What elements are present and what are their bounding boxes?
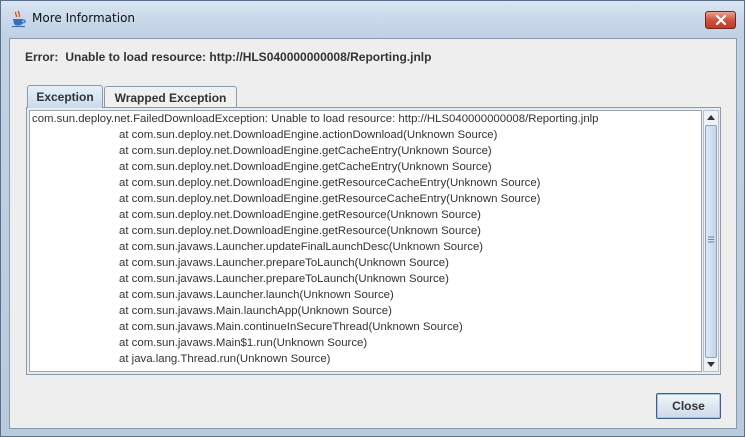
close-button[interactable]: Close: [656, 393, 721, 419]
stack-trace-frame: at com.sun.deploy.net.DownloadEngine.get…: [119, 193, 541, 205]
stack-trace-text-area[interactable]: com.sun.deploy.net.FailedDownloadExcepti…: [29, 110, 702, 372]
stack-trace-frame: at com.sun.javaws.Launcher.updateFinalLa…: [119, 241, 484, 253]
stack-trace-frame: at com.sun.deploy.net.DownloadEngine.get…: [119, 161, 492, 173]
java-coffee-cup-icon: [12, 10, 26, 28]
stack-trace-frame: at com.sun.javaws.Main$1.run(Unknown Sou…: [119, 337, 368, 349]
tab-wrapped-exception-label: Wrapped Exception: [114, 90, 227, 105]
stack-trace-frame: at com.sun.deploy.net.DownloadEngine.act…: [119, 129, 498, 141]
stack-trace-frame: at java.lang.Thread.run(Unknown Source): [119, 353, 331, 365]
vertical-scrollbar[interactable]: [703, 110, 719, 372]
stack-trace-header: com.sun.deploy.net.FailedDownloadExcepti…: [32, 113, 599, 125]
scroll-up-button[interactable]: [704, 111, 718, 124]
stack-trace-frame: at com.sun.deploy.net.DownloadEngine.get…: [119, 225, 481, 237]
tab-exception-label: Exception: [36, 90, 94, 104]
exception-tab-panel: com.sun.deploy.net.FailedDownloadExcepti…: [26, 107, 721, 375]
error-prefix: Error:: [25, 50, 59, 64]
stack-trace-frame: at com.sun.deploy.net.DownloadEngine.get…: [119, 177, 541, 189]
stack-trace-frame: at com.sun.javaws.Launcher.launch(Unknow…: [119, 289, 394, 301]
stack-trace-frame: at com.sun.deploy.net.DownloadEngine.get…: [119, 209, 481, 221]
more-information-dialog: More Information Error: Unable to load re…: [0, 0, 745, 437]
arrow-down-icon: [707, 362, 715, 367]
title-bar[interactable]: More Information: [1, 1, 744, 38]
window-title: More Information: [32, 11, 136, 25]
tab-exception[interactable]: Exception: [27, 85, 103, 108]
window-close-button[interactable]: [705, 11, 736, 29]
stack-trace-frame: at com.sun.javaws.Main.continueInSecureT…: [119, 321, 463, 333]
error-message: Error: Unable to load resource: http://HL…: [25, 50, 431, 64]
stack-trace-frame: at com.sun.javaws.Main.launchApp(Unknown…: [119, 305, 392, 317]
error-text: Unable to load resource: http://HLS04000…: [65, 50, 432, 64]
stack-trace-frame: at com.sun.javaws.Launcher.prepareToLaun…: [119, 257, 449, 269]
close-icon: [715, 15, 726, 25]
tab-wrapped-exception[interactable]: Wrapped Exception: [104, 86, 237, 108]
grip-icon: [708, 236, 714, 243]
stack-trace-frame: at com.sun.deploy.net.DownloadEngine.get…: [119, 145, 492, 157]
scroll-down-button[interactable]: [704, 358, 718, 371]
stack-trace-frame: at com.sun.javaws.Launcher.prepareToLaun…: [119, 273, 449, 285]
dialog-content: Error: Unable to load resource: http://HL…: [9, 38, 737, 429]
arrow-up-icon: [707, 115, 715, 120]
scrollbar-thumb[interactable]: [705, 125, 717, 358]
